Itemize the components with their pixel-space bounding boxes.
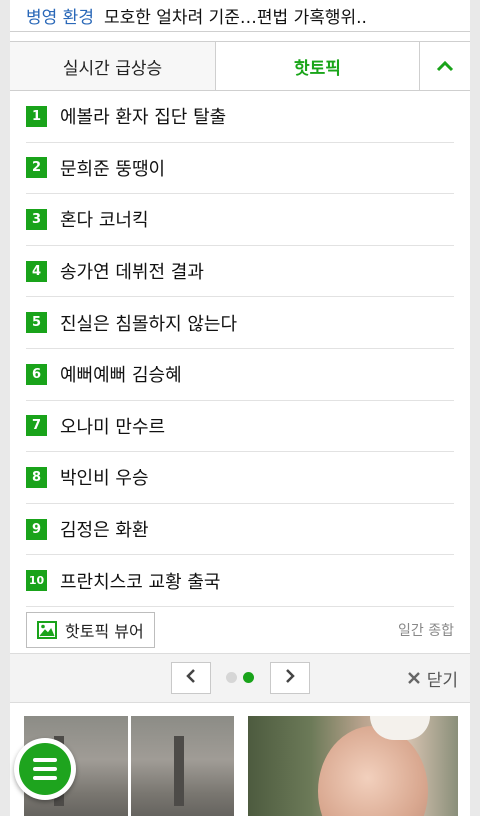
tab-bar: 실시간 급상승 핫토픽 (10, 41, 470, 91)
page-dot-active (243, 671, 254, 683)
chevron-left-icon (186, 668, 196, 688)
menu-button[interactable] (14, 738, 76, 800)
hottopic-item[interactable]: 3 혼다 코너킥 (26, 194, 454, 246)
menu-icon (19, 743, 71, 795)
chevron-right-icon (285, 668, 295, 688)
hottopic-label[interactable]: 예뻐예뻐 김승혜 (60, 361, 182, 387)
close-button[interactable]: 닫기 (407, 666, 458, 691)
hottopic-item[interactable]: 10 프란치스코 교황 출국 (26, 555, 454, 607)
hottopic-item[interactable]: 8 박인비 우승 (26, 452, 454, 504)
hottopic-item[interactable]: 7 오나미 만수르 (26, 401, 454, 453)
hottopic-viewer-button[interactable]: 핫토픽 뷰어 (26, 611, 155, 648)
pager: 닫기 (10, 652, 470, 703)
hottopic-item[interactable]: 5 진실은 침몰하지 않는다 (26, 297, 454, 349)
next-page-button[interactable] (270, 661, 310, 694)
image-icon (37, 620, 57, 639)
hottopic-label[interactable]: 오나미 만수르 (60, 413, 165, 439)
photo-divider (128, 715, 131, 816)
list-footer: 핫토픽 뷰어 일간 종합 (10, 607, 470, 653)
page: 병영 환경 모호한 얼차려 기준…편법 가혹행위.. 실시간 급상승 핫토픽 1… (10, 0, 470, 816)
headline-bar[interactable]: 병영 환경 모호한 얼차려 기준…편법 가혹행위.. (10, 0, 470, 32)
period-label: 일간 종합 (398, 622, 454, 639)
rank-badge: 5 (26, 312, 47, 334)
hottopic-label[interactable]: 송가연 데뷔전 결과 (60, 258, 204, 284)
headline-text[interactable]: 모호한 얼차려 기준…편법 가혹행위.. (104, 3, 367, 28)
photo-detail (174, 735, 184, 806)
photo-detail (318, 725, 428, 816)
hottopic-list: 1 에볼라 환자 집단 탈출 2 문희준 뚱땡이 3 혼다 코너킥 4 송가연 데뷔전 결과 5… (10, 91, 470, 607)
hottopic-label[interactable]: 진실은 침몰하지 않는다 (60, 310, 237, 336)
hottopic-label[interactable]: 김정은 화환 (60, 516, 149, 542)
hottopic-item[interactable]: 2 문희준 뚱땡이 (26, 143, 454, 195)
page-indicator (226, 671, 254, 683)
rank-badge: 8 (26, 466, 47, 488)
hottopic-item[interactable]: 6 예뻐예뻐 김승혜 (26, 349, 454, 401)
rank-badge: 4 (26, 260, 47, 282)
rank-badge: 6 (26, 363, 47, 385)
hottopic-item[interactable]: 9 김정은 화환 (26, 504, 454, 556)
hottopic-label[interactable]: 에볼라 환자 집단 탈출 (60, 103, 226, 129)
rank-badge: 10 (26, 570, 47, 592)
tab-hottopic[interactable]: 핫토픽 (216, 42, 419, 90)
hottopic-label[interactable]: 프란치스코 교황 출국 (60, 568, 220, 594)
page-dot (226, 671, 237, 683)
rank-badge: 1 (26, 105, 47, 127)
close-label: 닫기 (426, 670, 458, 691)
tab-realtime[interactable]: 실시간 급상승 (10, 42, 216, 90)
chevron-up-icon (436, 56, 454, 77)
news-photo-pope[interactable] (248, 715, 458, 816)
hottopic-label[interactable]: 박인비 우승 (60, 464, 149, 490)
hottopic-item[interactable]: 1 에볼라 환자 집단 탈출 (26, 91, 454, 143)
hottopic-label[interactable]: 혼다 코너킥 (60, 206, 149, 232)
rank-badge: 2 (26, 157, 47, 179)
hottopic-label[interactable]: 문희준 뚱땡이 (60, 155, 165, 181)
collapse-button[interactable] (419, 42, 470, 90)
prev-page-button[interactable] (171, 661, 211, 694)
close-icon (407, 671, 421, 685)
rank-badge: 7 (26, 415, 47, 437)
headline-category[interactable]: 병영 환경 (26, 3, 94, 28)
photo-strip (10, 702, 470, 816)
rank-badge: 9 (26, 518, 47, 540)
rank-badge: 3 (26, 208, 47, 230)
hottopic-viewer-label: 핫토픽 뷰어 (65, 621, 144, 641)
hottopic-item[interactable]: 4 송가연 데뷔전 결과 (26, 246, 454, 298)
